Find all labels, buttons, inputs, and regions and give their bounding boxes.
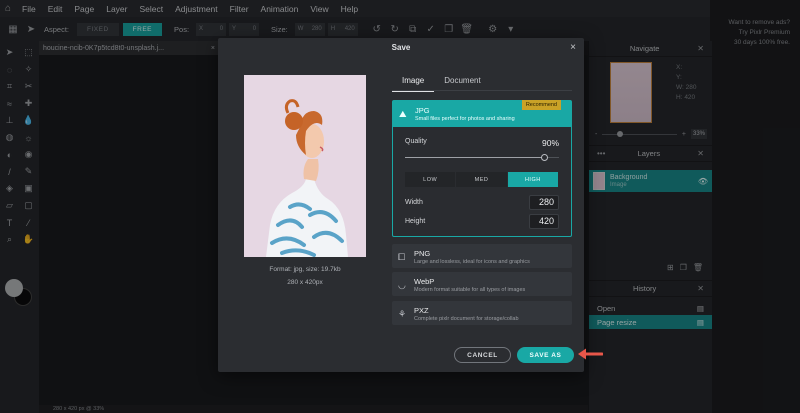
quality-low-button[interactable]: LOW: [405, 172, 457, 187]
format-description: Complete pixlr document for storage/coll…: [414, 316, 519, 322]
cancel-button[interactable]: CANCEL: [454, 347, 511, 363]
quality-high-button[interactable]: HIGH: [507, 172, 559, 187]
annotation-arrow-icon: [578, 348, 603, 360]
woman-portrait-photo: [244, 75, 366, 257]
format-description: Small files perfect for photos and shari…: [415, 116, 515, 122]
format-description: Large and lossless, ideal for icons and …: [414, 259, 530, 265]
shapes-icon: ⧠: [398, 251, 406, 262]
sprout-icon: ⚘: [398, 308, 407, 319]
height-field[interactable]: 420: [529, 214, 559, 229]
quality-value: 90%: [541, 138, 559, 148]
dialog-close-icon[interactable]: ×: [570, 42, 576, 53]
quality-preset-selector: LOW MED HIGH: [405, 172, 559, 187]
format-name: PNG: [414, 249, 431, 258]
image-preview: [244, 75, 366, 257]
save-dialog: Save × Format: jpg, size: 19.7kb 280 x 4…: [218, 38, 584, 372]
save-as-button[interactable]: SAVE AS: [517, 347, 574, 363]
format-option-pxz[interactable]: ⚘ PXZ Complete pixlr document for storag…: [392, 301, 572, 325]
mountains-image-icon: ⛰: [399, 108, 407, 119]
tabs-divider: [392, 90, 572, 91]
quality-med-button[interactable]: MED: [456, 172, 508, 187]
format-name: WebP: [414, 277, 435, 286]
format-name: PXZ: [414, 306, 429, 315]
dialog-title: Save: [391, 43, 411, 52]
format-description: Modern format suitable for all types of …: [414, 287, 526, 293]
smile-curve-icon: ◡: [398, 279, 406, 290]
quality-slider[interactable]: [405, 154, 559, 161]
format-option-png[interactable]: ⧠ PNG Large and lossless, ideal for icon…: [392, 244, 572, 268]
preview-dimensions: 280 x 420px: [287, 279, 323, 286]
preview-format-size: Format: jpg, size: 19.7kb: [269, 266, 341, 273]
width-label: Width: [405, 199, 423, 206]
recommend-badge: Recommend: [521, 100, 561, 110]
quality-slider-fill: [405, 157, 544, 158]
quality-slider-knob[interactable]: [540, 154, 548, 161]
height-label: Height: [405, 218, 426, 225]
quality-label: Quality: [405, 138, 427, 145]
format-name: JPG: [415, 106, 430, 115]
format-option-webp[interactable]: ◡ WebP Modern format suitable for all ty…: [392, 272, 572, 296]
width-field[interactable]: 280: [529, 195, 559, 210]
preview-info: Format: jpg, size: 19.7kb 280 x 420px: [244, 263, 366, 289]
format-option-jpg[interactable]: ⛰ JPG Small files perfect for photos and…: [392, 100, 572, 237]
